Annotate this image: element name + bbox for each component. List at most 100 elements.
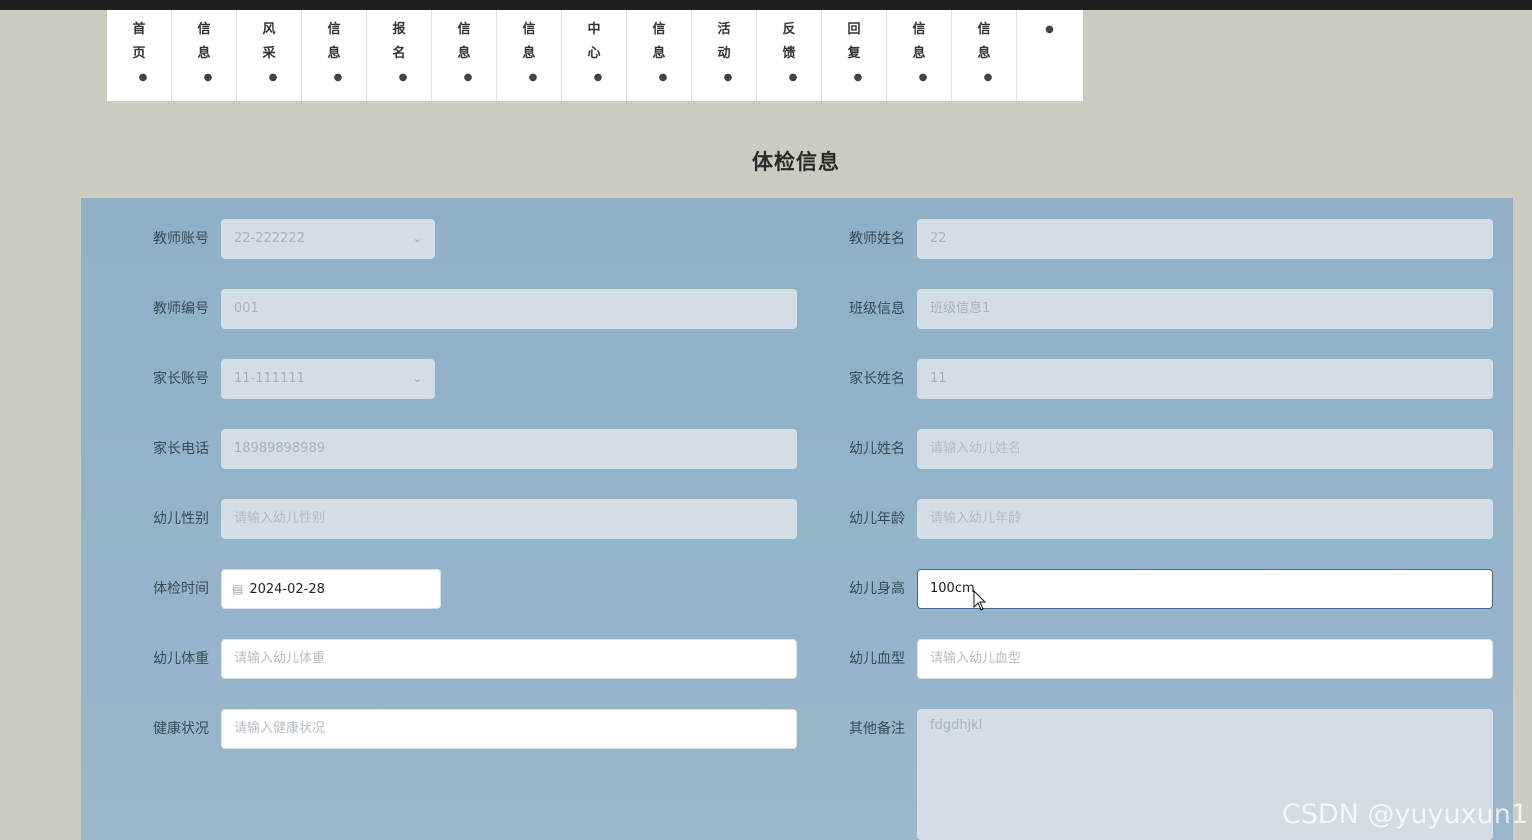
nav-dot-icon: ● [398,72,408,83]
teacher-name-field[interactable]: 22 [917,219,1493,259]
nav-dot-icon: ● [1045,24,1054,35]
nav-item-5[interactable]: 信息 ● [432,10,497,101]
watermark: CSDN @yuyuxun1 [1281,799,1528,830]
label-class-info: 班级信息 [849,301,905,317]
label-parent-name: 家长姓名 [849,371,905,387]
nav-item-char: 活 [717,22,731,37]
nav-dot-icon: ● [268,72,278,83]
exam-time-value: 2024-02-28 [249,582,325,597]
nav-dot-icon: ● [463,72,473,83]
nav-dot-icon: ● [983,72,993,83]
child-age-field[interactable]: 请输入幼儿年龄 [917,499,1493,539]
child-gender-field[interactable]: 请输入幼儿性别 [221,499,797,539]
nav-dot-icon: ● [203,72,213,83]
nav-item-char: 息 [197,46,211,61]
child-height-field[interactable]: 100cm [917,569,1493,609]
parent-name-field[interactable]: 11 [917,359,1493,399]
calendar-icon: ▤ [232,582,244,596]
nav-item-char: 信 [912,22,926,37]
nav-item-char: 复 [847,46,861,61]
mouse-cursor-icon [973,590,987,611]
nav-item-char: 采 [262,46,276,61]
parent-account-select[interactable]: 11-111111 ⌄ [221,359,435,399]
nav-item-char: 信 [522,22,536,37]
nav-item-char: 信 [197,22,211,37]
health-status-field[interactable]: 请输入健康状况 [221,709,797,749]
nav-item-2[interactable]: 风采 ● [237,10,302,101]
nav-item-char: 息 [912,46,926,61]
nav-item-13[interactable]: 信息 ● [952,10,1017,101]
nav-item-12[interactable]: 信息 ● [887,10,952,101]
teacher-account-select[interactable]: 22-222222 ⌄ [221,219,435,259]
top-dark-strip [0,0,1532,10]
nav-item-char: 信 [652,22,666,37]
nav-item-9[interactable]: 活动 ● [692,10,757,101]
nav-item-char: 息 [457,46,471,61]
nav-dot-icon: ● [918,72,928,83]
nav-item-char: 首 [132,22,146,37]
nav-item-char: 信 [457,22,471,37]
nav-dot-icon: ● [853,72,863,83]
label-child-gender: 幼儿性别 [153,511,209,527]
exam-time-datepicker[interactable]: ▤ 2024-02-28 [221,569,441,609]
teacher-no-field[interactable]: 001 [221,289,797,329]
nav-dot-icon: ● [593,72,603,83]
label-child-height: 幼儿身高 [849,581,905,597]
nav-item-8[interactable]: 信息 ● [627,10,692,101]
nav-item-char: 报 [392,22,406,37]
label-teacher-no: 教师编号 [153,301,209,317]
label-child-weight: 幼儿体重 [153,651,209,667]
nav-item-7[interactable]: 中心 ● [562,10,627,101]
parent-account-value: 11-111111 [234,371,305,386]
child-name-field[interactable]: 请输入幼儿姓名 [917,429,1493,469]
label-teacher-account: 教师账号 [153,231,209,247]
teacher-account-value: 22-222222 [234,231,305,246]
label-exam-time: 体检时间 [153,581,209,597]
child-weight-field[interactable]: 请输入幼儿体重 [221,639,797,679]
label-parent-phone: 家长电话 [153,441,209,457]
nav-item-char: 名 [392,46,406,61]
label-child-blood: 幼儿血型 [849,651,905,667]
nav-item-char: 信 [977,22,991,37]
nav-item-3[interactable]: 信息 ● [302,10,367,101]
label-health-status: 健康状况 [153,721,209,737]
child-blood-field[interactable]: 请输入幼儿血型 [917,639,1493,679]
page-title: 体检信息 [752,150,840,174]
nav-dot-icon: ● [528,72,538,83]
nav-item-4[interactable]: 报名 ● [367,10,432,101]
nav-item-char: 中 [587,22,601,37]
nav-dot-icon: ● [788,72,798,83]
label-other-notes: 其他备注 [849,721,905,737]
nav-item-char: 息 [977,46,991,61]
nav-dot-icon: ● [138,72,148,83]
nav-item-char: 馈 [782,46,796,61]
nav-item-char: 息 [327,46,341,61]
nav-item-char: 回 [847,22,861,37]
nav-item-char: 风 [262,22,276,37]
nav-item-char: 反 [782,22,796,37]
chevron-down-icon: ⌄ [412,372,422,385]
nav-item-char: 息 [522,46,536,61]
nav-item-1[interactable]: 信息 ● [172,10,237,101]
nav-item-0[interactable]: 首页 ● [107,10,172,101]
chevron-down-icon: ⌄ [412,232,422,245]
nav-item-char: 心 [587,46,601,61]
nav-dot-icon: ● [723,72,733,83]
class-info-field[interactable]: 班级信息1 [917,289,1493,329]
label-child-age: 幼儿年龄 [849,511,905,527]
nav-item-14[interactable]: ● [1017,10,1082,101]
label-teacher-name: 教师姓名 [849,231,905,247]
label-parent-account: 家长账号 [153,371,209,387]
nav-item-char: 息 [652,46,666,61]
nav-dot-icon: ● [333,72,343,83]
nav-item-char: 信 [327,22,341,37]
label-child-name: 幼儿姓名 [849,441,905,457]
nav-item-char: 页 [132,46,146,61]
nav-item-6[interactable]: 信息 ● [497,10,562,101]
nav-item-char: 动 [717,46,731,61]
nav-dot-icon: ● [658,72,668,83]
nav-item-11[interactable]: 回复 ● [822,10,887,101]
top-nav-bar: 首页 ● 信息 ● 风采 ● 信息 ● 报名 ● 信息 ● 信息 ● 中心 ● 信息 ● 活动 ● 反馈 ● 回复 ● 信息 ● 信… [107,10,1083,101]
nav-item-10[interactable]: 反馈 ● [757,10,822,101]
parent-phone-field[interactable]: 18989898989 [221,429,797,469]
